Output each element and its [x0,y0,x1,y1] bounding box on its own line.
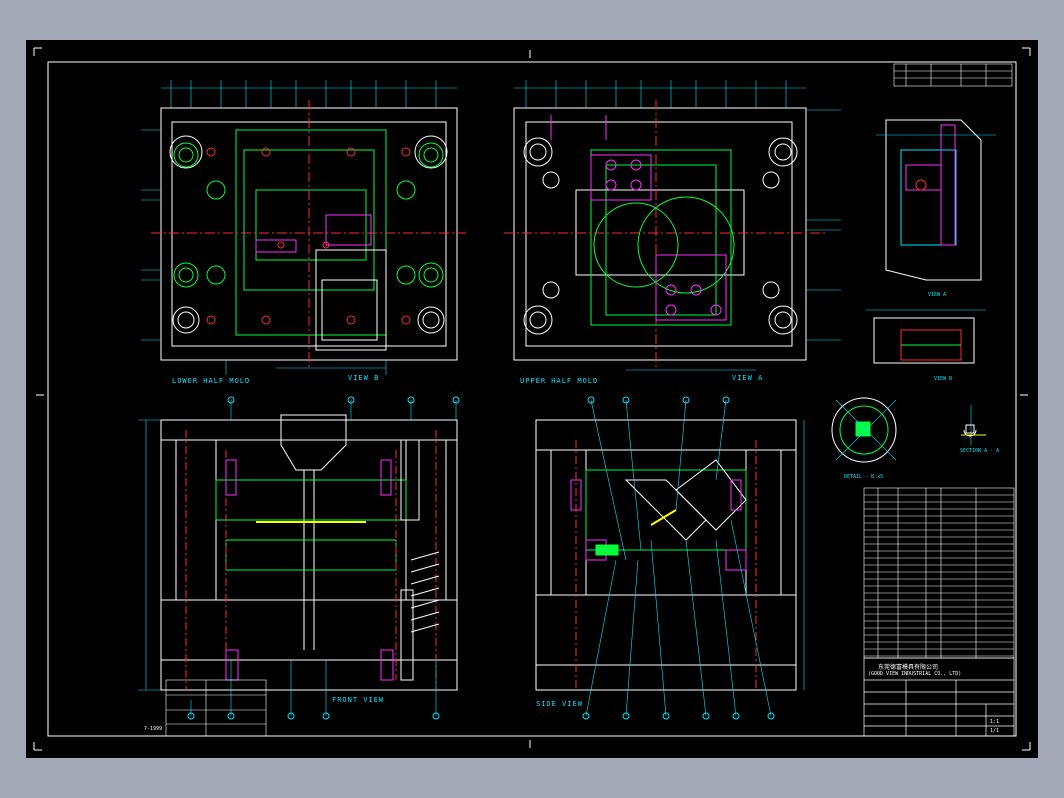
sheet-label: 1/1 [990,728,1000,734]
view-b-small-label: VIEW B [934,376,953,382]
view-a-small-label: VIEW A [928,292,947,298]
scale-label: 1:1 [990,719,1000,725]
company-name-en: (GOOD VIEW INDUSTRIAL CO., LTD) [868,671,962,677]
corner-marks [33,47,1031,751]
section-a-a-label: SECTION A - A [960,448,1000,454]
front-view-label: FRONT VIEW [332,696,385,704]
view-b-label: VIEW B [348,374,380,382]
view-a-label: VIEW A [732,374,764,382]
section-a-a [961,405,986,445]
drawing-sheet: LOWER HALF MOLD VIEW B UPPER HALF MOLD V… [26,40,1038,758]
side-view-label: SIDE VIEW [536,700,583,708]
lower-half-mold [141,80,466,375]
company-name-cn: 东莞德富模具有限公司 [878,664,939,671]
upper-half-mold-label: UPPER HALF MOLD [520,377,599,385]
lower-half-mold-label: LOWER HALF MOLD [172,377,251,385]
footer-note: 7-1999 [144,726,163,732]
parts-list-rows [864,494,1014,657]
balloons-side [582,396,775,720]
detail-b-circle [831,397,897,463]
revision-table [893,63,1013,87]
detail-b-label: DETAIL - B x5 [844,474,884,480]
side-view [535,396,805,720]
front-view [138,396,460,720]
slider-detail [876,119,996,281]
cad-drawing [33,47,1031,751]
bottom-left-block [165,679,267,737]
view-a-small [866,309,986,364]
upper-half-mold [504,80,841,371]
parts-list [863,487,1015,659]
